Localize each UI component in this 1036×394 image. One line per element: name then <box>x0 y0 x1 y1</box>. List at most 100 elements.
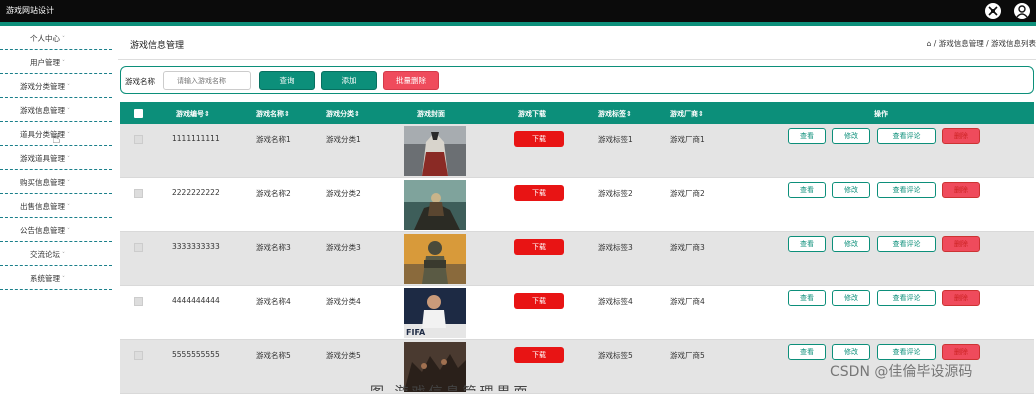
column-header: 游戏封面 <box>417 110 445 118</box>
table-row: 1111111111 游戏名称1 游戏分类1 下载 游戏标签1 游戏厂商1 查看… <box>120 124 1034 178</box>
fullscreen-icon[interactable] <box>985 3 1001 19</box>
column-header[interactable]: 游戏厂商⇕ <box>670 109 704 119</box>
view-button[interactable]: 查看 <box>788 236 826 252</box>
view-button[interactable]: 查看 <box>788 128 826 144</box>
delete-button[interactable]: 删除 <box>942 182 980 198</box>
column-header[interactable]: 游戏分类⇕ <box>326 109 360 119</box>
column-header: 操作 <box>874 110 888 118</box>
watermark-text: CSDN @佳倫毕设源码 <box>830 364 973 380</box>
row-checkbox[interactable] <box>134 243 143 252</box>
chevron-down-icon: ˇ <box>62 60 65 67</box>
game-category: 游戏分类3 <box>326 243 361 252</box>
sidebar-item-label: 用户管理 <box>30 58 60 67</box>
search-bar: 游戏名称 查询 添加 批量删除 <box>120 66 1034 94</box>
download-button[interactable]: 下载 <box>514 347 564 363</box>
game-tag: 游戏标签4 <box>598 297 633 306</box>
sidebar-item-label: 公告信息管理 <box>20 226 65 235</box>
chevron-down-icon: ˇ <box>67 132 70 139</box>
view-button[interactable]: 查看 <box>788 344 826 360</box>
sidebar-item-forum[interactable]: 交流论坛 ˇ <box>0 242 112 266</box>
download-button[interactable]: 下载 <box>514 185 564 201</box>
edit-button[interactable]: 修改 <box>832 344 870 360</box>
chevron-down-icon: ˇ <box>67 228 70 235</box>
column-header[interactable]: 游戏标签⇕ <box>598 109 632 119</box>
chevron-down-icon: ˇ <box>62 276 65 283</box>
svg-text:FIFA: FIFA <box>406 328 426 337</box>
chevron-down-icon: ˇ <box>67 84 70 91</box>
row-checkbox[interactable] <box>134 135 143 144</box>
delete-button[interactable]: 删除 <box>942 290 980 306</box>
game-tag: 游戏标签3 <box>598 243 633 252</box>
game-id: 5555555555 <box>172 350 220 359</box>
search-input[interactable] <box>163 71 251 90</box>
main-content: 游戏信息管理 ⌂ / 游戏信息管理 / 游戏信息列表 游戏名称 查询 添加 批量… <box>118 26 1036 394</box>
edit-button[interactable]: 修改 <box>832 128 870 144</box>
view-button[interactable]: 查看 <box>788 182 826 198</box>
sidebar-item-label: 交流论坛 <box>30 250 60 259</box>
download-button[interactable]: 下载 <box>514 131 564 147</box>
user-icon[interactable] <box>1014 3 1030 19</box>
game-name: 游戏名称2 <box>256 189 291 198</box>
view-reviews-button[interactable]: 查看评论 <box>877 290 936 306</box>
sidebar-item-notice[interactable]: 公告信息管理 ˇ <box>0 218 112 242</box>
sidebar-item-label: 个人中心 <box>30 34 60 43</box>
game-cover-image: FIFA <box>404 288 466 338</box>
view-button[interactable]: 查看 <box>788 290 826 306</box>
page-title: 游戏信息管理 <box>130 41 185 51</box>
column-header[interactable]: 游戏名称⇕ <box>256 109 290 119</box>
game-name: 游戏名称3 <box>256 243 291 252</box>
delete-button[interactable]: 删除 <box>942 344 980 360</box>
search-label: 游戏名称 <box>125 77 155 86</box>
row-checkbox[interactable] <box>134 351 143 360</box>
delete-button[interactable]: 删除 <box>942 236 980 252</box>
figure-caption: 图 游戏信息管理界面 <box>370 382 730 391</box>
table-header: 游戏编号⇕ 游戏名称⇕ 游戏分类⇕ 游戏封面 游戏下载 游戏标签⇕ 游戏厂商⇕ … <box>120 102 1034 124</box>
game-vendor: 游戏厂商5 <box>670 351 705 360</box>
sidebar-item-label: 游戏道具管理 <box>20 154 65 163</box>
edit-button[interactable]: 修改 <box>832 290 870 306</box>
row-checkbox[interactable] <box>134 189 143 198</box>
game-id: 3333333333 <box>172 242 220 251</box>
sidebar-item-game-category[interactable]: 游戏分类管理 ˇ <box>0 74 112 98</box>
edit-button[interactable]: 修改 <box>832 182 870 198</box>
game-cover-image <box>404 126 466 176</box>
game-id: 2222222222 <box>172 188 220 197</box>
download-button[interactable]: 下载 <box>514 239 564 255</box>
batch-delete-button[interactable]: 批量删除 <box>383 71 439 90</box>
game-table: 游戏编号⇕ 游戏名称⇕ 游戏分类⇕ 游戏封面 游戏下载 游戏标签⇕ 游戏厂商⇕ … <box>120 102 1034 394</box>
breadcrumb[interactable]: ⌂ / 游戏信息管理 / 游戏信息列表 <box>927 38 1036 49</box>
game-name: 游戏名称5 <box>256 351 291 360</box>
view-reviews-button[interactable]: 查看评论 <box>877 236 936 252</box>
game-vendor: 游戏厂商2 <box>670 189 705 198</box>
sidebar-item-game-items[interactable]: 游戏道具管理 ˇ <box>0 146 112 170</box>
game-category: 游戏分类5 <box>326 351 361 360</box>
chevron-down-icon: ˇ <box>67 180 70 187</box>
chevron-down-icon: ˇ <box>62 36 65 43</box>
sidebar-item-game-info[interactable]: 游戏信息管理 ˇ <box>0 98 112 122</box>
page-header: 游戏信息管理 ⌂ / 游戏信息管理 / 游戏信息列表 <box>118 26 1036 60</box>
column-header[interactable]: 游戏编号⇕ <box>176 109 210 119</box>
edit-button[interactable]: 修改 <box>832 236 870 252</box>
chevron-down-icon: ˇ <box>62 252 65 259</box>
sidebar-item-sale[interactable]: 出售信息管理 ˇ <box>0 194 112 218</box>
sidebar-item-users[interactable]: 用户管理 ˇ <box>0 50 112 74</box>
query-button[interactable]: 查询 <box>259 71 315 90</box>
select-all-checkbox[interactable] <box>134 109 143 118</box>
add-button[interactable]: 添加 <box>321 71 377 90</box>
chevron-down-icon: ˇ <box>67 204 70 211</box>
view-reviews-button[interactable]: 查看评论 <box>877 128 936 144</box>
row-checkbox[interactable] <box>134 297 143 306</box>
game-tag: 游戏标签2 <box>598 189 633 198</box>
download-button[interactable]: 下载 <box>514 293 564 309</box>
view-reviews-button[interactable]: 查看评论 <box>877 182 936 198</box>
sidebar-item-profile[interactable]: 个人中心 ˇ <box>0 26 112 50</box>
sidebar-item-purchase[interactable]: 购买信息管理 ˇ <box>0 170 112 194</box>
game-cover-image <box>404 180 466 230</box>
sidebar-item-system[interactable]: 系统管理 ˇ <box>0 266 112 290</box>
sidebar-item-label: 购买信息管理 <box>20 178 65 187</box>
game-tag: 游戏标签1 <box>598 135 633 144</box>
delete-button[interactable]: 删除 <box>942 128 980 144</box>
column-header: 游戏下载 <box>518 110 546 118</box>
game-id: 1111111111 <box>172 134 220 143</box>
view-reviews-button[interactable]: 查看评论 <box>877 344 936 360</box>
